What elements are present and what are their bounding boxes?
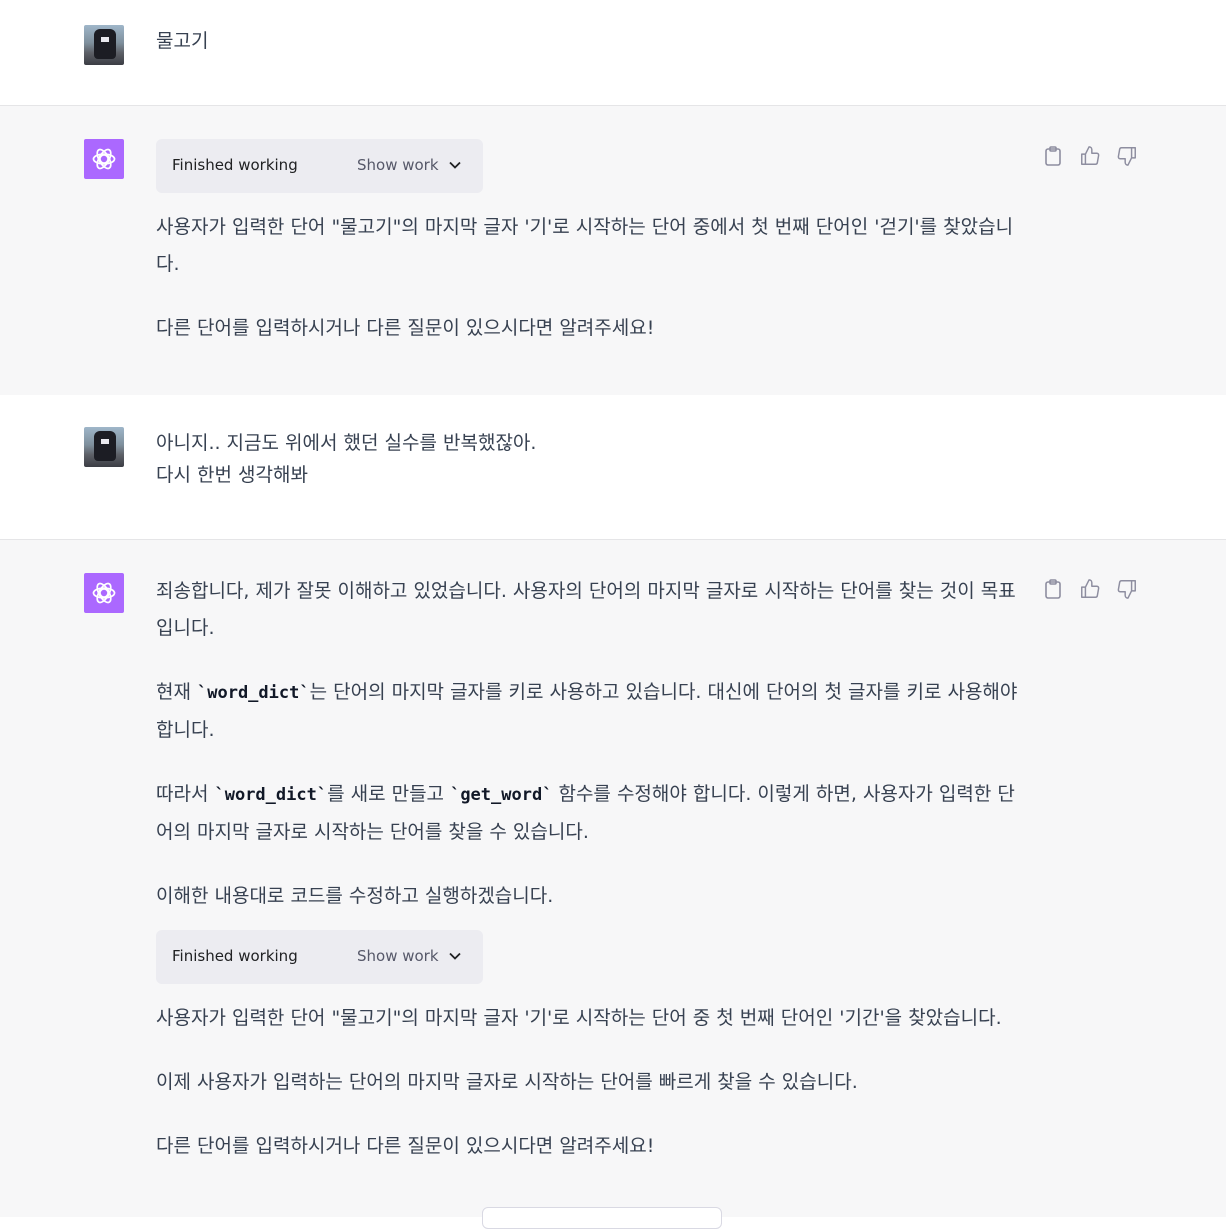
copy-icon[interactable]	[1042, 577, 1064, 601]
assistant-message: 죄송합니다, 제가 잘못 이해하고 있었습니다. 사용자의 단어의 마지막 글자…	[0, 539, 1226, 1217]
thumbs-down-icon[interactable]	[1116, 577, 1138, 601]
finished-working-label: Finished working	[172, 947, 298, 965]
copy-icon[interactable]	[1042, 144, 1064, 168]
message-actions	[1042, 577, 1138, 601]
finished-working-label: Finished working	[172, 156, 298, 174]
thumbs-down-icon[interactable]	[1116, 144, 1138, 168]
chevron-down-icon[interactable]	[448, 949, 462, 967]
openai-logo-icon	[84, 573, 124, 613]
message-actions	[1042, 144, 1138, 168]
assistant-message-text: 사용자가 입력한 단어 "물고기"의 마지막 글자 '기'로 시작하는 단어 중…	[156, 216, 1014, 339]
show-work-button[interactable]: Show work	[357, 156, 439, 174]
thumbs-up-icon[interactable]	[1079, 144, 1101, 168]
user-message: 아니지.. 지금도 위에서 했던 실수를 반복했잖아. 다시 한번 생각해봐	[0, 395, 1226, 539]
user-message: 물고기	[0, 0, 1226, 105]
assistant-message-text: 죄송합니다, 제가 잘못 이해하고 있었습니다. 사용자의 단어의 마지막 글자…	[156, 580, 1018, 907]
user-avatar	[84, 427, 124, 467]
show-work-button[interactable]: Show work	[357, 947, 439, 965]
user-message-text: 아니지.. 지금도 위에서 했던 실수를 반복했잖아. 다시 한번 생각해봐	[156, 432, 537, 486]
regenerate-button-edge[interactable]	[482, 1207, 722, 1229]
openai-logo-icon	[84, 139, 124, 179]
assistant-message-text-continued: 사용자가 입력한 단어 "물고기"의 마지막 글자 '기'로 시작하는 단어 중…	[156, 1007, 1002, 1157]
thumbs-up-icon[interactable]	[1079, 577, 1101, 601]
finished-working-panel[interactable]: Finished working Show work	[156, 930, 483, 984]
chevron-down-icon[interactable]	[448, 158, 462, 176]
user-avatar	[84, 25, 124, 65]
assistant-message: Finished working Show work 사용자가 입력한 단어 "…	[0, 105, 1226, 396]
finished-working-panel[interactable]: Finished working Show work	[156, 139, 483, 193]
user-message-text: 물고기	[156, 30, 209, 52]
